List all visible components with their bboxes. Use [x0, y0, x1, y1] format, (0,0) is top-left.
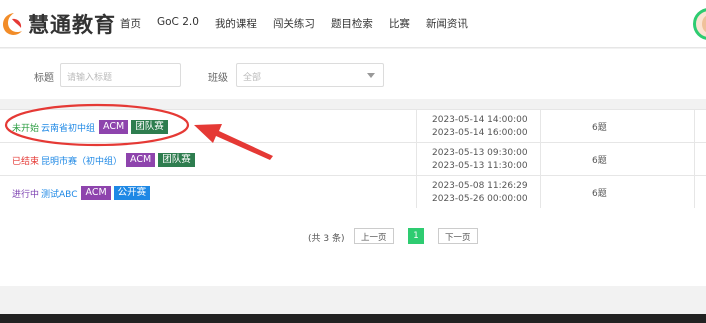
- annotation-overlay: [4, 103, 273, 160]
- annotation-arrow-icon: [194, 124, 273, 160]
- highlight-ellipse: [4, 103, 190, 147]
